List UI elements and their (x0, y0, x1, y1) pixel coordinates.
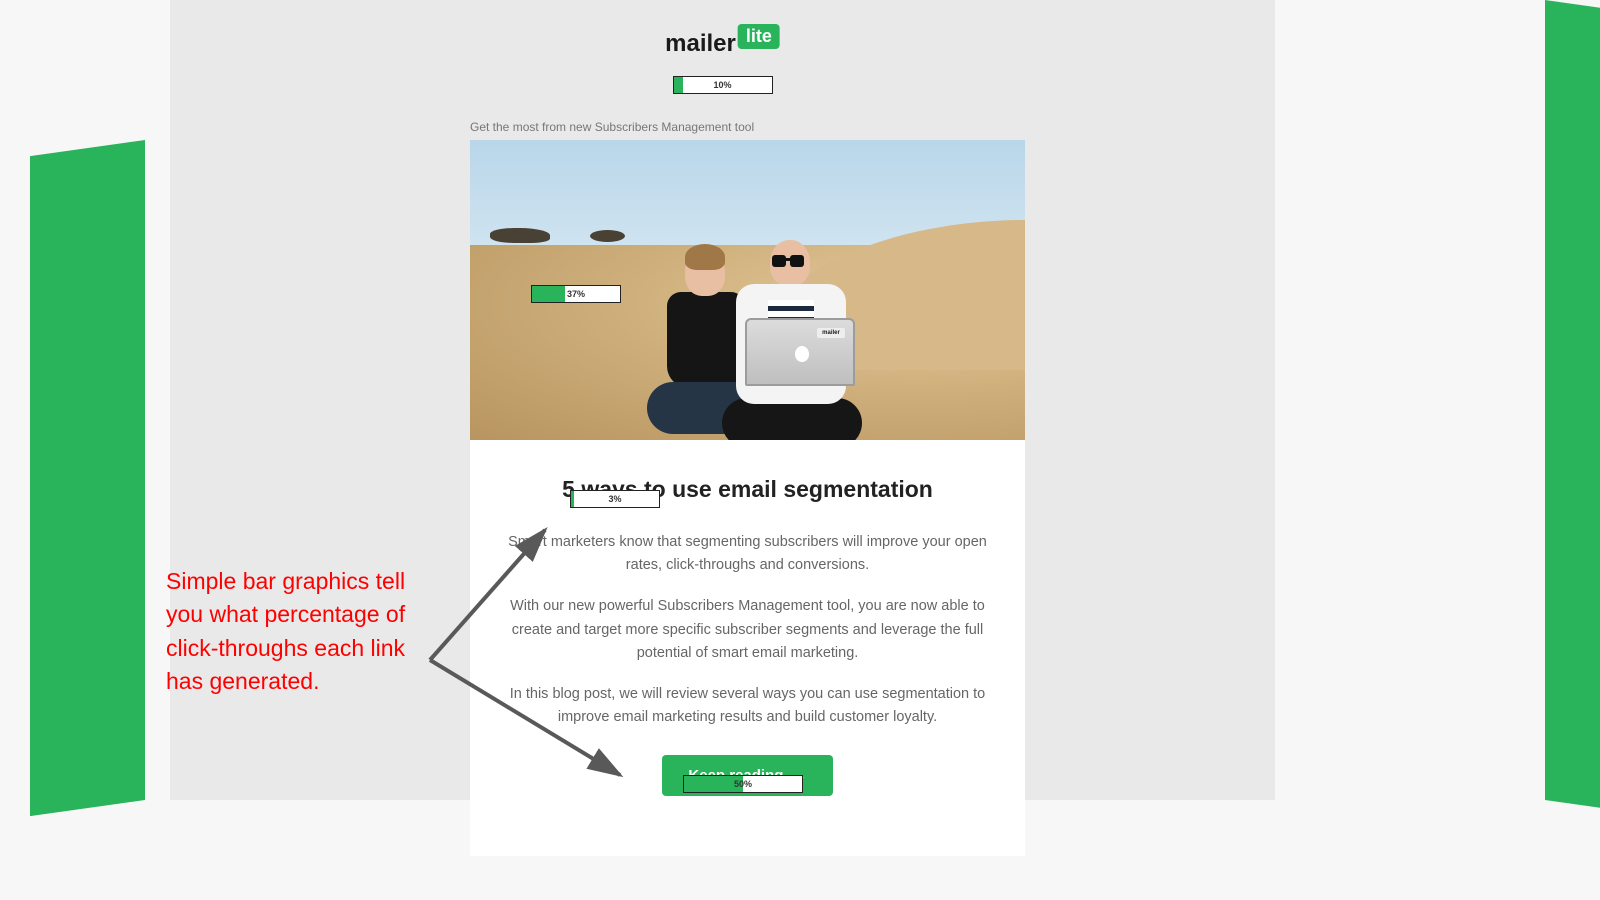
click-bar-label: 50% (684, 779, 802, 789)
article-paragraph: Smart marketers know that segmenting sub… (500, 531, 995, 577)
hero-rocks (590, 230, 625, 242)
logo[interactable]: mailerlite (665, 30, 780, 58)
click-bar-image[interactable]: 37% (531, 285, 621, 303)
preheader-text: Get the most from new Subscribers Manage… (470, 120, 754, 134)
hero-laptop: mailer (745, 318, 855, 388)
article-body: 5 ways to use email segmentation Smart m… (470, 440, 1025, 856)
click-bar-label: 37% (532, 289, 620, 299)
article-paragraph: With our new powerful Subscribers Manage… (500, 595, 995, 665)
click-bar-logo[interactable]: 10% (673, 76, 773, 94)
click-bar-label: 10% (674, 80, 772, 90)
hero-rocks (490, 228, 550, 243)
click-bar-label: 3% (571, 494, 659, 504)
canvas: mailerlite 10% Get the most from new Sub… (0, 0, 1600, 900)
logo-accent: lite (738, 24, 780, 49)
article-paragraph: In this blog post, we will review severa… (500, 683, 995, 729)
click-bar-heading[interactable]: 3% (570, 490, 660, 508)
decor-shape-right (1545, 0, 1600, 808)
click-bar-cta[interactable]: 50% (683, 775, 803, 793)
laptop-sticker: mailer (817, 328, 845, 338)
annotation-callout: Simple bar graphics tell you what percen… (166, 565, 416, 698)
logo-main: mailer (665, 30, 736, 57)
apple-logo-icon (795, 346, 809, 362)
decor-shape-left (30, 140, 145, 816)
